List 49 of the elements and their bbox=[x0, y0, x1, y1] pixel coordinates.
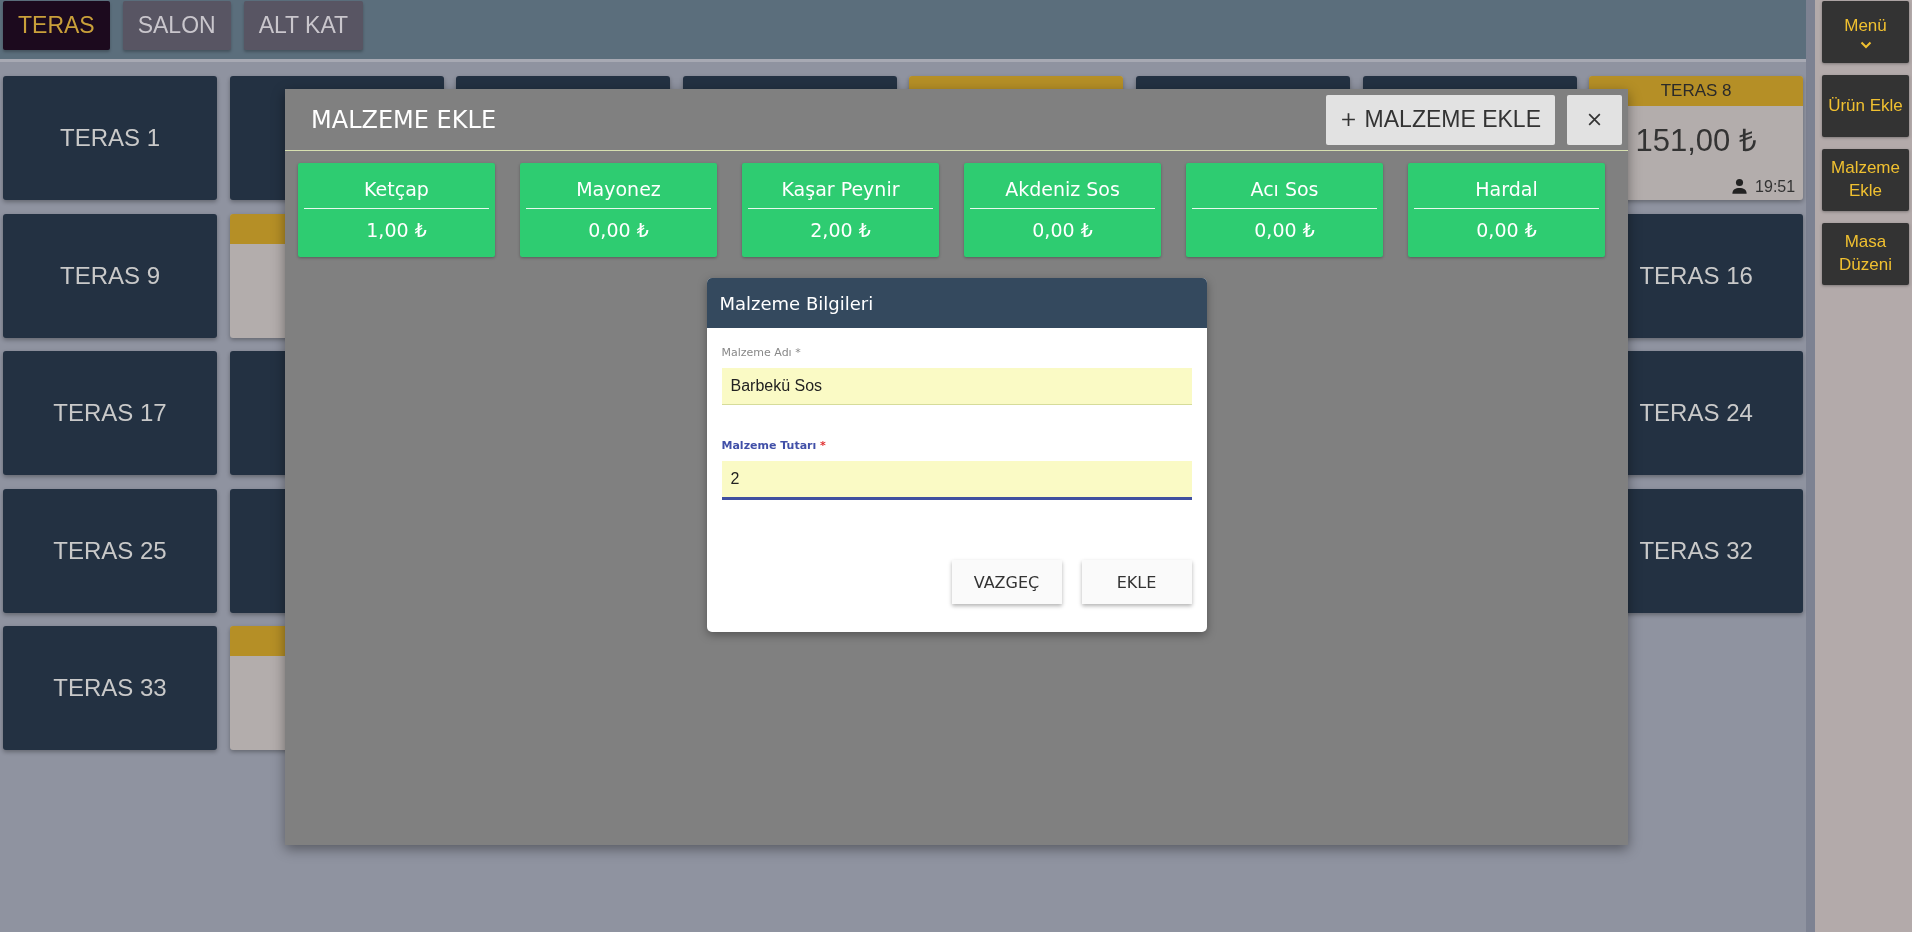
input-field[interactable]: Barbekü Sos bbox=[721, 368, 1192, 405]
ingredient-name: Ketçap bbox=[304, 163, 489, 209]
input-field[interactable]: 2 bbox=[721, 461, 1192, 500]
table-name: TERAS 25 bbox=[53, 536, 167, 565]
table-name: TERAS 8 bbox=[1660, 81, 1732, 101]
ingredient-name: Akdeniz Sos bbox=[970, 163, 1155, 209]
table-name: TERAS 1 bbox=[60, 124, 160, 152]
add-ingredient-button[interactable]: MALZEME EKLE bbox=[1325, 94, 1555, 145]
field-label: Malzeme Adı * bbox=[721, 346, 802, 359]
sidebar-button[interactable]: Masa Düzeni bbox=[1822, 223, 1909, 285]
table-time: 19:51 bbox=[1755, 177, 1796, 196]
table-tile[interactable]: TERAS 17 bbox=[3, 351, 217, 475]
dialog-button[interactable]: VAZGEÇ bbox=[951, 560, 1062, 604]
ingredient-name: Kaşar Peynir bbox=[748, 163, 933, 209]
table-name: TERAS 16 bbox=[1639, 261, 1753, 290]
sidebar-button[interactable]: Malzeme Ekle bbox=[1822, 149, 1909, 211]
table-name: TERAS 9 bbox=[60, 261, 160, 290]
sidebar-button[interactable]: Ürün Ekle bbox=[1822, 75, 1909, 137]
table-name: TERAS 33 bbox=[53, 674, 167, 702]
floor-tab[interactable]: ALT KAT bbox=[243, 1, 364, 50]
ingredient-price: 0,00 ₺ bbox=[1253, 218, 1316, 241]
chevron-down-icon bbox=[1859, 40, 1872, 49]
ingredient-price: 0,00 ₺ bbox=[1475, 218, 1538, 241]
floor-tab[interactable]: SALON bbox=[122, 1, 231, 50]
ingredient-price: 0,00 ₺ bbox=[587, 218, 650, 241]
floor-tab[interactable]: TERAS bbox=[3, 1, 110, 50]
ingredient-price: 1,00 ₺ bbox=[365, 218, 428, 241]
table-name: TERAS 32 bbox=[1639, 536, 1753, 565]
field-label: Malzeme Tutarı * bbox=[721, 439, 827, 452]
table-amount: 151,00 ₺ bbox=[1635, 122, 1757, 160]
ingredient-name: Acı Sos bbox=[1192, 163, 1377, 209]
sidebar-button[interactable]: Menü bbox=[1822, 1, 1909, 63]
close-button[interactable] bbox=[1567, 94, 1622, 145]
ingredient-name: Mayonez bbox=[526, 163, 711, 209]
dialog-button[interactable]: EKLE bbox=[1081, 560, 1192, 604]
table-tile[interactable]: TERAS 25 bbox=[3, 488, 217, 613]
table-tile[interactable]: TERAS 33 bbox=[3, 626, 217, 750]
modal-title: MALZEME EKLE bbox=[311, 105, 498, 134]
table-name: TERAS 17 bbox=[53, 399, 167, 427]
ingredient-price: 0,00 ₺ bbox=[1031, 218, 1094, 241]
person-icon bbox=[1730, 177, 1750, 196]
ingredient-price: 2,00 ₺ bbox=[809, 218, 872, 241]
dialog-title: Malzeme Bilgileri bbox=[719, 292, 874, 314]
table-tile[interactable]: TERAS 9 bbox=[3, 213, 217, 338]
table-tile[interactable]: TERAS 1 bbox=[3, 76, 217, 200]
close-icon bbox=[1586, 111, 1603, 128]
ingredient-name: Hardal bbox=[1414, 163, 1599, 209]
plus-icon bbox=[1339, 111, 1357, 128]
table-name: TERAS 24 bbox=[1639, 399, 1753, 427]
